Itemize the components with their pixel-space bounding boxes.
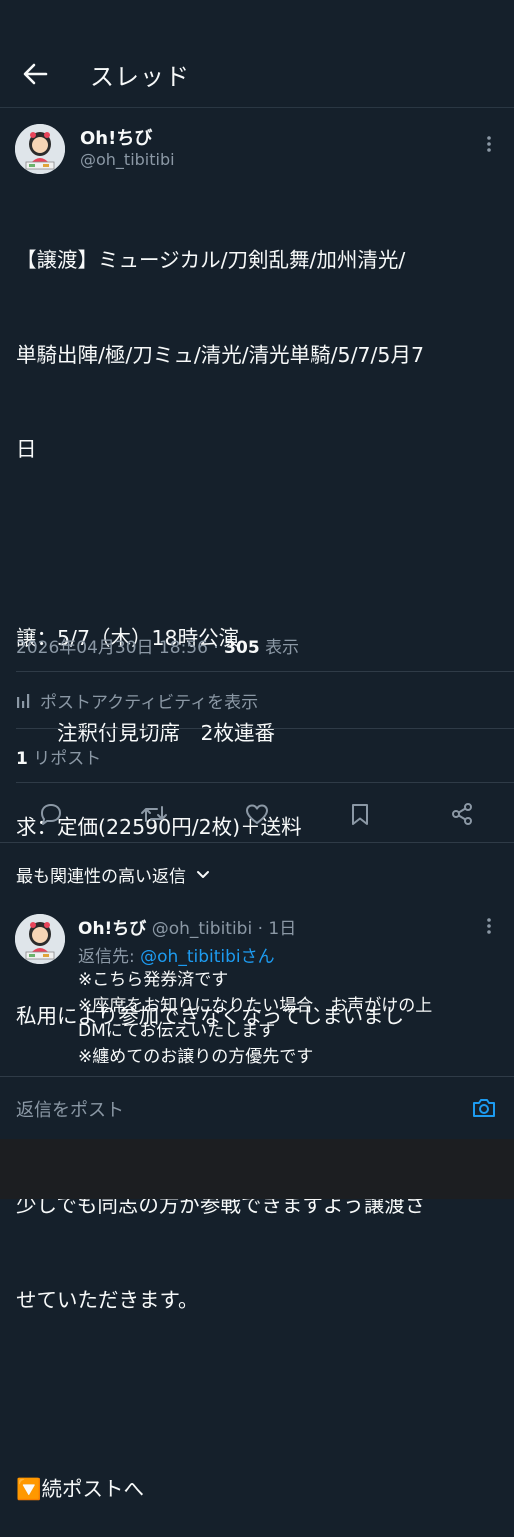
page-title: スレッド: [90, 63, 190, 91]
system-navigation-bar: [0, 1139, 514, 1199]
reply-text: ※こちら発券済です ※座席をお知りになりたい場合、お声がけの上 DMにてお伝えい…: [78, 968, 508, 1070]
avatar[interactable]: [15, 124, 65, 174]
divider: [16, 728, 514, 729]
reply-sort-label: 最も関連性の高い返信: [16, 867, 186, 887]
post-activity-link[interactable]: ポストアクティビティを表示: [16, 688, 258, 713]
divider: [16, 671, 514, 672]
top-bar: スレッド: [0, 0, 514, 108]
reply-line: ※纏めてのお譲りの方優先です: [78, 1046, 314, 1067]
repost-icon[interactable]: [137, 798, 171, 830]
post-line: 日: [16, 437, 37, 461]
view-count: 305: [224, 638, 260, 658]
divider: [16, 782, 514, 783]
post-timestamp[interactable]: 2026年04月30日 18:56: [16, 638, 208, 658]
post-line: 🔽続ポストへ: [16, 1476, 145, 1501]
reply-avatar[interactable]: [15, 914, 65, 964]
reply-to: 返信先: @oh_tibitibiさん: [78, 942, 275, 967]
author-name[interactable]: Oh!ちび: [80, 124, 152, 150]
post-line: 【譲渡】ミュージカル/刀剣乱舞/加州清光/: [16, 248, 406, 272]
post-activity-label: ポストアクティビティを表示: [40, 693, 259, 713]
post-text: 【譲渡】ミュージカル/刀剣乱舞/加州清光/ 単騎出陣/極/刀ミュ/清光/清光単騎…: [16, 182, 506, 1537]
like-icon[interactable]: [240, 798, 274, 830]
more-options-icon[interactable]: [477, 132, 501, 156]
chevron-down-icon: [196, 870, 210, 880]
camera-icon[interactable]: [470, 1094, 498, 1122]
repost-count-link[interactable]: 1 リポスト: [16, 744, 101, 769]
meta-separator: ·: [213, 638, 225, 658]
reply-line: ※こちら発券済です: [78, 970, 229, 990]
author-handle[interactable]: @oh_tibitibi: [80, 150, 175, 169]
reply-sort-dropdown[interactable]: 最も関連性の高い返信: [16, 862, 210, 887]
reply-header: Oh!ちび @oh_tibitibi · 1日: [78, 914, 296, 939]
reply-line: DMにてお伝えいたします: [78, 1021, 276, 1041]
reply-author-handle[interactable]: @oh_tibitibi: [152, 919, 252, 939]
view-label: 表示: [265, 638, 300, 658]
bookmark-icon[interactable]: [343, 798, 377, 830]
reply-composer: 返信をポスト: [0, 1076, 514, 1140]
reply-icon[interactable]: [34, 798, 68, 830]
divider: [0, 842, 514, 843]
post-line: ​: [16, 529, 506, 561]
post-line: ​: [16, 1379, 506, 1411]
more-options-icon[interactable]: [477, 914, 501, 938]
repost-label: リポスト: [33, 749, 102, 769]
share-icon[interactable]: [445, 798, 479, 830]
post-line: 単騎出陣/極/刀ミュ/清光/清光単騎/5/7/5月7: [16, 342, 425, 367]
reply-time[interactable]: 1日: [268, 919, 296, 939]
reply-to-label: 返信先:: [78, 947, 141, 967]
post-line: せていただきます。: [16, 1287, 199, 1312]
back-arrow-icon[interactable]: [14, 54, 56, 94]
repost-count: 1: [16, 749, 28, 769]
reply-input[interactable]: 返信をポスト: [16, 1096, 124, 1122]
reply-author-name[interactable]: Oh!ちび: [78, 919, 146, 939]
analytics-icon: [16, 693, 34, 709]
reply-separator: ·: [252, 919, 269, 939]
post-meta: 2026年04月30日 18:56 · 305 表示: [16, 633, 299, 658]
reply-line: ※座席をお知りになりたい場合、お声がけの上: [78, 995, 433, 1016]
reply-to-handle-link[interactable]: @oh_tibitibiさん: [140, 947, 274, 967]
